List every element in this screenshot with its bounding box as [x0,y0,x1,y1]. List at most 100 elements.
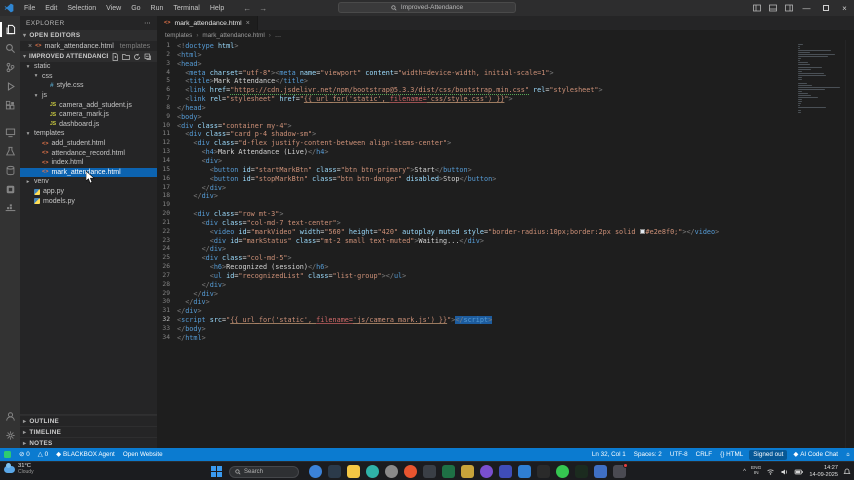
code-line[interactable]: 16 <button id="stopMarkBtn" class="btn b… [157,175,854,184]
activitybar-testing-icon[interactable] [0,142,20,161]
taskbar-app-obs-icon[interactable] [613,465,626,478]
activitybar-blackbox-ai-icon[interactable] [0,180,20,199]
activitybar-remote-icon[interactable] [0,123,20,142]
breadcrumb-item[interactable]: … [275,32,281,39]
status-0[interactable]: ⊘0 [15,448,34,461]
volume-icon[interactable] [780,468,789,476]
editor-scrollbar[interactable] [845,40,854,448]
code-line[interactable]: 15 <button id="startMarkBtn" class="btn … [157,166,854,175]
code-line[interactable]: 27 <ul id="recognizedList" class="list-g… [157,272,854,281]
menu-view[interactable]: View [101,5,126,12]
code-line[interactable]: 34</html> [157,334,854,343]
code-line[interactable]: 12 <div class="d-flex justify-content-be… [157,139,854,148]
status-blackbox-agent[interactable]: ◆BLACKBOX Agent [52,448,119,461]
new-file-icon[interactable] [111,53,119,61]
clock-widget[interactable]: 14:27 14-09-2025 [809,465,838,478]
nav-forward-icon[interactable]: → [259,4,267,13]
status--html[interactable]: {} HTML [716,448,747,461]
code-line[interactable]: 30 </div> [157,298,854,307]
taskbar-app-settings-icon[interactable] [385,465,398,478]
tree-item-attendance-record-html[interactable]: <>attendance_record.html [20,148,157,158]
code-line[interactable]: 4 <meta charset="utf-8"><meta name="view… [157,69,854,78]
code-line[interactable]: 21 <div class="col-md-7 text-center"> [157,219,854,228]
code-line[interactable]: 18 </div> [157,192,854,201]
activitybar-run-debug-icon[interactable] [0,77,20,96]
tree-item-static[interactable]: ▾static [20,62,157,72]
code-line[interactable]: 3<head> [157,60,854,69]
close-icon[interactable]: × [28,43,32,50]
tree-item-index-html[interactable]: <>index.html [20,158,157,168]
tree-item-css[interactable]: ▾css [20,72,157,82]
weather-widget[interactable]: 31°C Cloudy [4,464,34,475]
code-line[interactable]: 9<body> [157,113,854,122]
code-line[interactable]: 11 <div class="card p-4 shadow-sm"> [157,130,854,139]
code-line[interactable]: 10<div class="container my-4"> [157,122,854,131]
activitybar-explorer-icon[interactable] [0,20,20,39]
activitybar-source-control-icon[interactable] [0,58,20,77]
tab-mark-attendance[interactable]: <> mark_attendance.html × [157,16,258,30]
taskbar-app-excel-icon[interactable] [442,465,455,478]
section-outline[interactable]: ▸OUTLINE [20,415,157,426]
code-line[interactable]: 6 <link href="https://cdn.jsdelivr.net/n… [157,86,854,95]
tree-item-templates[interactable]: ▾templates [20,129,157,139]
code-line[interactable]: 25 <div class="col-md-5"> [157,254,854,263]
taskbar-app-edge-browser-icon[interactable] [366,465,379,478]
nav-back-icon[interactable]: ← [243,4,251,13]
open-editor-item[interactable]: ×<>mark_attendance.htmltemplates [20,41,157,51]
menu-run[interactable]: Run [146,5,169,12]
activitybar-docker-icon[interactable] [0,199,20,218]
code-line[interactable]: 14 <div> [157,157,854,166]
taskbar-app-whatsapp-icon[interactable] [556,465,569,478]
status-ai-code-chat[interactable]: ◆AI Code Chat [789,448,842,461]
code-line[interactable]: 2<html> [157,51,854,60]
tree-item-js[interactable]: ▾js [20,91,157,101]
menu-file[interactable]: File [19,5,40,12]
toggle-panel-icon[interactable] [749,0,765,16]
command-center-search[interactable]: Improved-Attendance [338,2,516,13]
code-line[interactable]: 8</head> [157,104,854,113]
tree-item-style-css[interactable]: #style.css [20,81,157,91]
taskbar-app-teams-icon[interactable] [594,465,607,478]
code-line[interactable]: 33</body> [157,325,854,334]
tree-item-add-student-html[interactable]: <>add_student.html [20,139,157,149]
tree-item-camera-mark-js[interactable]: JScamera_mark.js [20,110,157,120]
status-ln-32-col-1[interactable]: Ln 32, Col 1 [588,448,630,461]
taskbar-app-file-explorer-icon[interactable] [347,465,360,478]
menu-terminal[interactable]: Terminal [168,5,204,12]
new-folder-icon[interactable] [122,53,130,61]
tree-item-dashboard-js[interactable]: JSdashboard.js [20,120,157,130]
status-0[interactable]: △0 [34,448,52,461]
taskbar-app-copilot-icon[interactable] [309,465,322,478]
code-line[interactable]: 17 </div> [157,184,854,193]
code-line[interactable]: 23 <div id="markStatus" class="mt-2 smal… [157,237,854,246]
customize-layout-icon[interactable] [781,0,797,16]
code-line[interactable]: 26 <h6>Recognized (session)</h6> [157,263,854,272]
menu-edit[interactable]: Edit [40,5,62,12]
start-button[interactable] [210,465,223,478]
code-editor[interactable]: 1<!doctype html>2<html>3<head>4 <meta ch… [157,40,854,448]
taskbar-search[interactable]: Search [229,466,299,478]
taskbar-app-mail-icon[interactable] [328,465,341,478]
tab-close-icon[interactable]: × [246,20,250,27]
status-spaces-2[interactable]: Spaces: 2 [630,448,666,461]
tree-item-models-py[interactable]: models.py [20,196,157,206]
notification-center-icon[interactable] [843,468,851,476]
section-notes[interactable]: ▸NOTES [20,437,157,448]
breadcrumb-item[interactable]: templates [165,32,192,39]
menu-selection[interactable]: Selection [62,5,101,12]
taskbar-app-photos-icon[interactable] [480,465,493,478]
refresh-icon[interactable] [133,53,141,61]
taskbar-app-microsoft-store-icon[interactable] [423,465,436,478]
language-indicator[interactable]: ENG IN [751,467,761,477]
code-line[interactable]: 22 <video id="markVideo" width="560" hei… [157,228,854,237]
code-line[interactable]: 29 </div> [157,290,854,299]
collapse-all-icon[interactable] [144,53,152,61]
code-line[interactable]: 31</div> [157,307,854,316]
code-line[interactable]: 24 </div> [157,245,854,254]
toggle-secondary-sidebar-icon[interactable] [765,0,781,16]
taskbar-app-acrobat-icon[interactable] [537,465,550,478]
activitybar-extensions-icon[interactable] [0,96,20,115]
activitybar-database-icon[interactable] [0,161,20,180]
wifi-icon[interactable] [766,468,775,476]
tree-item-camera-add-student-js[interactable]: JScamera_add_student.js [20,100,157,110]
